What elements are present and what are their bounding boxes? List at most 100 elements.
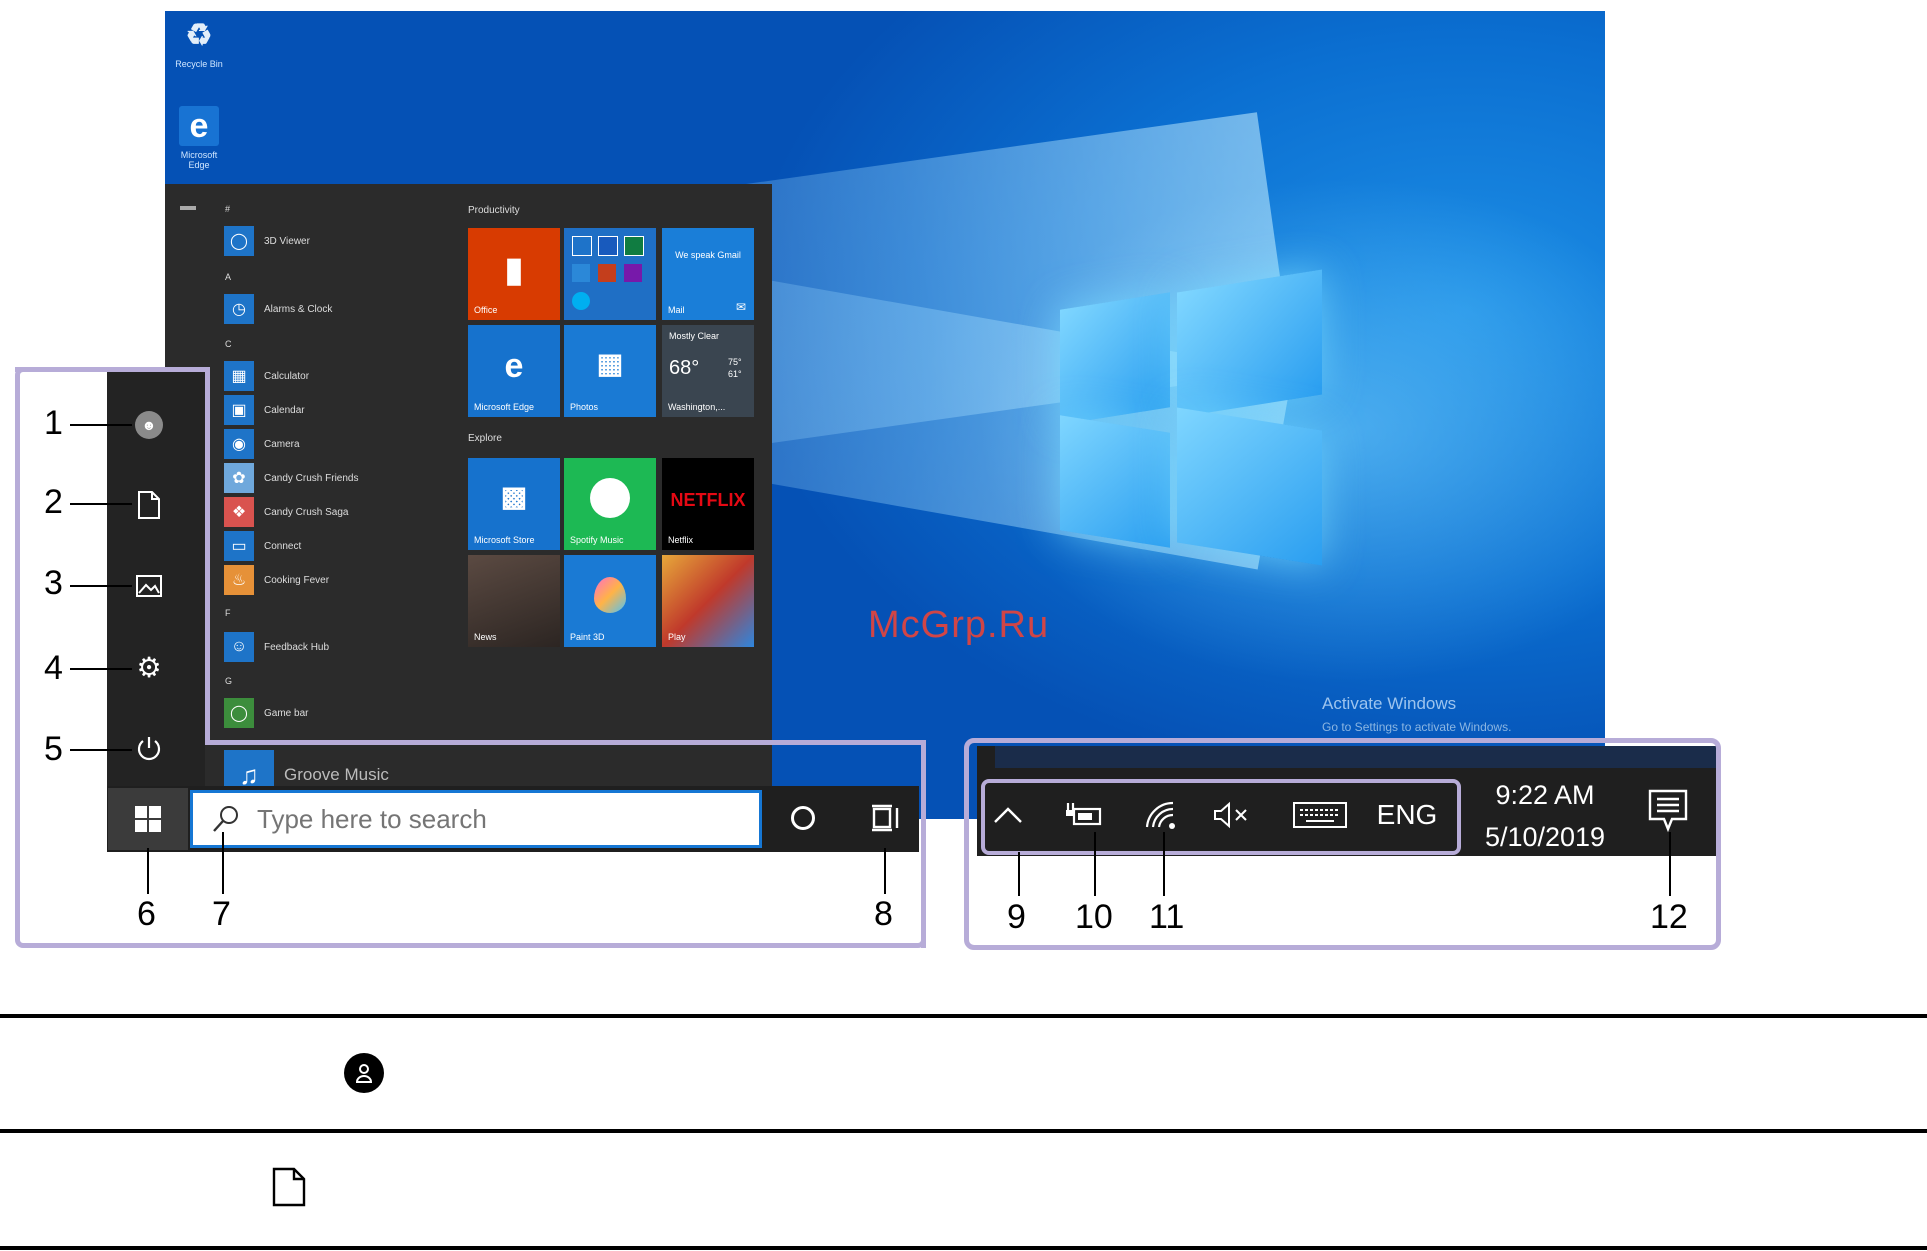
frame-edge — [205, 367, 210, 745]
excel-icon — [624, 236, 644, 256]
callout-label: 10 — [1075, 898, 1113, 936]
app-alarms-clock[interactable]: ◷ Alarms & Clock — [224, 294, 332, 324]
leader-line — [1094, 832, 1096, 896]
app-candy-crush-saga[interactable]: ❖ Candy Crush Saga — [224, 497, 349, 527]
desktop-icon-recycle-bin[interactable]: ♻ Recycle Bin — [169, 15, 229, 70]
leader-line — [70, 668, 132, 670]
feedback-hub-icon: ☺ — [224, 632, 254, 662]
camera-icon: ◉ — [224, 429, 254, 459]
activation-watermark-sub: Go to Settings to activate Windows. — [1322, 720, 1512, 734]
leader-line — [70, 749, 132, 751]
connect-icon: ▭ — [224, 531, 254, 561]
tile-paint-3d[interactable]: Paint 3D — [564, 555, 656, 647]
tile-office-apps-folder[interactable] — [564, 228, 656, 320]
tile-group-productivity[interactable]: Productivity — [468, 205, 520, 216]
app-calendar[interactable]: ▣ Calendar — [224, 395, 305, 425]
3d-viewer-icon: ◯ — [224, 226, 254, 256]
app-candy-crush-friends[interactable]: ✿ Candy Crush Friends — [224, 463, 358, 493]
edge-icon: e — [179, 106, 219, 146]
desktop-icon-label: Microsoft Edge — [180, 150, 218, 170]
app-connect[interactable]: ▭ Connect — [224, 531, 301, 561]
recycle-bin-icon: ♻ — [185, 18, 213, 52]
onedrive-icon — [572, 264, 590, 282]
callout-label: 5 — [44, 730, 63, 768]
paint-3d-icon — [594, 577, 626, 613]
tile-news[interactable]: News — [468, 555, 560, 647]
callout-label: 12 — [1650, 898, 1688, 936]
photos-icon: ▦ — [596, 348, 624, 379]
desktop-icon-label: Recycle Bin — [175, 59, 223, 69]
candy-crush-saga-icon: ❖ — [224, 497, 254, 527]
onenote-icon — [624, 264, 642, 282]
edge-icon: e — [504, 347, 524, 385]
app-list-letter-header[interactable]: # — [225, 204, 230, 214]
leader-line — [70, 585, 132, 587]
callout-label: 6 — [137, 895, 156, 933]
cooking-fever-icon: ♨ — [224, 565, 254, 595]
callout-label: 3 — [44, 564, 63, 602]
leader-line — [70, 503, 132, 505]
menu-expand-icon[interactable] — [180, 206, 196, 210]
app-cooking-fever[interactable]: ♨ Cooking Fever — [224, 565, 329, 595]
windows-logo-pane — [1177, 269, 1322, 418]
candy-crush-friends-icon: ✿ — [224, 463, 254, 493]
desktop-icon-edge[interactable]: e Microsoft Edge — [169, 106, 229, 170]
app-list-letter-header[interactable]: G — [225, 676, 232, 686]
mail-icon: ✉ — [735, 300, 746, 314]
word-icon — [598, 236, 618, 256]
calculator-icon: ▦ — [224, 361, 254, 391]
tile-office[interactable]: ▮ Office — [468, 228, 560, 320]
app-list-letter-header[interactable]: F — [225, 608, 231, 618]
game-bar-icon: ◯ — [224, 698, 254, 728]
app-list-letter-header[interactable]: C — [225, 339, 232, 349]
frame-edge — [15, 367, 210, 372]
powerpoint-icon — [598, 264, 616, 282]
leader-line — [147, 848, 149, 894]
frame-edge — [205, 740, 921, 745]
callout-label: 8 — [874, 895, 893, 933]
leader-line — [1163, 832, 1165, 896]
skype-icon — [572, 292, 590, 310]
callout-label: 4 — [44, 649, 63, 687]
spotify-icon — [590, 478, 630, 518]
tile-spotify[interactable]: Spotify Music — [564, 458, 656, 550]
tile-photos[interactable]: ▦ Photos — [564, 325, 656, 417]
calendar-icon: ▣ — [224, 395, 254, 425]
table-rule — [0, 1246, 1927, 1250]
table-rule — [0, 1014, 1927, 1018]
app-game-bar[interactable]: ◯ Game bar — [224, 698, 308, 728]
windows-logo-pane — [1060, 292, 1170, 425]
callout-label: 9 — [1007, 898, 1026, 936]
callout-label: 7 — [212, 895, 231, 933]
callout-label: 2 — [44, 483, 63, 521]
tile-netflix[interactable]: NETFLIX Netflix — [662, 458, 754, 550]
frame-edge — [921, 740, 926, 948]
activation-watermark: Activate Windows — [1322, 694, 1457, 713]
tile-play-folder[interactable]: Play — [662, 555, 754, 647]
windows-logo-pane — [1177, 407, 1322, 566]
tile-microsoft-store[interactable]: ▩ Microsoft Store — [468, 458, 560, 550]
outlook-icon — [572, 236, 592, 256]
site-watermark: McGrp.Ru — [868, 604, 1050, 646]
app-feedback-hub[interactable]: ☺ Feedback Hub — [224, 632, 329, 662]
table-rule — [0, 1129, 1927, 1133]
leader-line — [884, 848, 886, 894]
tile-group-explore[interactable]: Explore — [468, 433, 502, 444]
leader-line — [70, 424, 132, 426]
callout-label: 1 — [44, 404, 63, 442]
store-bag-icon: ▩ — [500, 481, 528, 512]
user-account-icon — [355, 1064, 373, 1083]
callout-label: 11 — [1149, 898, 1185, 936]
tile-weather[interactable]: Mostly Clear 68° 75° 61° Washington,... — [662, 325, 754, 417]
leader-line — [1018, 852, 1020, 896]
leader-line — [222, 832, 224, 894]
app-list-letter-header[interactable]: A — [225, 272, 231, 282]
tile-mail[interactable]: We speak Gmail Mail ✉ — [662, 228, 754, 320]
app-calculator[interactable]: ▦ Calculator — [224, 361, 309, 391]
office-icon: ▮ — [504, 251, 524, 289]
tile-microsoft-edge[interactable]: e Microsoft Edge — [468, 325, 560, 417]
app-3d-viewer[interactable]: ◯ 3D Viewer — [224, 226, 310, 256]
app-camera[interactable]: ◉ Camera — [224, 429, 300, 459]
leader-line — [1669, 832, 1671, 896]
table-row-user-icon — [344, 1053, 384, 1093]
